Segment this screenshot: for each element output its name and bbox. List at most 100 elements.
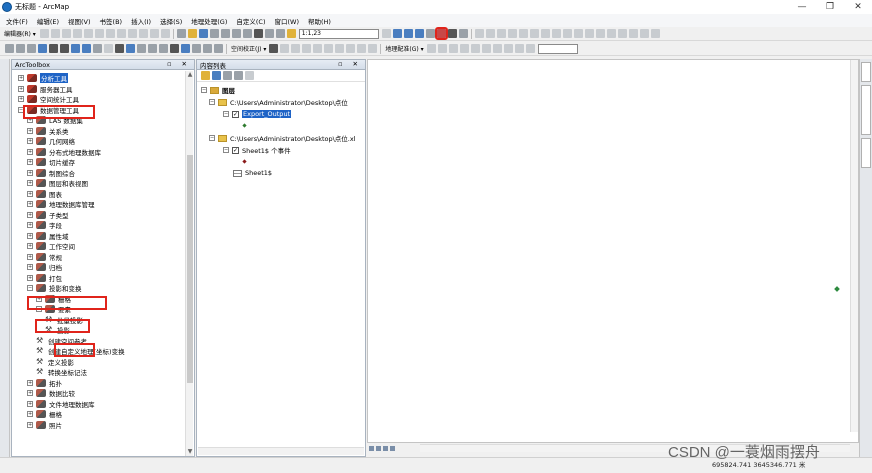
menu-insert[interactable]: 插入(I) — [131, 16, 151, 26]
list-by-source-icon[interactable] — [212, 71, 221, 80]
toc-table-sheet1[interactable]: Sheet1$ — [233, 168, 272, 178]
edge-icon[interactable] — [551, 29, 561, 38]
collapse-icon[interactable]: − — [27, 285, 33, 291]
expand-icon[interactable]: + — [27, 148, 33, 155]
toolbox-tree-item[interactable]: + 拓扑 — [27, 378, 62, 388]
attributes-icon[interactable] — [105, 29, 115, 38]
sketch-tool-icon[interactable] — [50, 29, 60, 38]
link-table-view-icon[interactable] — [525, 44, 535, 53]
add-data-icon[interactable] — [286, 29, 296, 38]
delete-icon[interactable] — [253, 29, 263, 38]
vertex-icon[interactable] — [540, 29, 550, 38]
expand-icon[interactable]: + — [27, 411, 33, 417]
toolbox-tree-item[interactable]: + 常规 — [27, 252, 62, 262]
shift-raster-icon[interactable] — [448, 44, 458, 53]
edit-tool-icon[interactable] — [39, 29, 49, 38]
save-icon[interactable] — [198, 29, 208, 38]
expand-icon[interactable]: + — [27, 222, 33, 228]
menu-windows[interactable]: 窗口(W) — [275, 16, 300, 26]
arc-tool-icon[interactable] — [72, 29, 82, 38]
scale-dropdown-icon[interactable] — [381, 29, 391, 38]
toolbox-tree-item[interactable]: + 图层和表视图 — [27, 178, 88, 188]
editor-menu[interactable]: 编辑器(R) ▾ — [4, 29, 36, 38]
close-button[interactable]: ✕ — [844, 0, 872, 14]
identity-link-icon[interactable] — [313, 44, 323, 53]
toolbox-tree-item[interactable]: + 分析工具 — [18, 73, 68, 83]
expand-icon[interactable]: + — [27, 400, 33, 407]
expand-icon[interactable]: + — [27, 190, 33, 197]
open-folder-icon[interactable] — [187, 29, 197, 38]
model-builder-icon[interactable] — [458, 29, 468, 38]
go-forward-icon[interactable] — [82, 44, 91, 53]
fixed-zoom-in-icon[interactable] — [49, 44, 58, 53]
collapse-icon[interactable]: − — [209, 99, 215, 105]
viewer-icon[interactable] — [514, 44, 524, 53]
reshape-icon[interactable] — [138, 29, 148, 38]
expand-icon[interactable]: + — [27, 379, 33, 386]
toc-folder-1[interactable]: − C:\Users\Administrator\Desktop\点位 — [209, 97, 348, 107]
menu-selection[interactable]: 选择(S) — [160, 16, 182, 26]
list-by-visibility-icon[interactable] — [223, 71, 232, 80]
time-slider-icon[interactable] — [203, 44, 212, 53]
table-of-contents-icon[interactable] — [403, 29, 413, 38]
print-icon[interactable] — [209, 29, 219, 38]
panel-controls[interactable]: ▫ ✕ — [338, 60, 362, 68]
toolbox-tree-item[interactable]: + 数据比较 — [27, 388, 75, 398]
toolbox-tree-item[interactable]: ⚒ 转换坐标记法 — [36, 367, 87, 378]
select-elements-icon[interactable] — [115, 44, 124, 53]
tangent-icon[interactable] — [562, 29, 572, 38]
distance-icon[interactable] — [595, 29, 605, 38]
layer-symbol[interactable] — [242, 156, 247, 166]
end-point-icon[interactable] — [529, 29, 539, 38]
hyperlink-icon[interactable] — [137, 44, 146, 53]
refresh-icon[interactable] — [383, 445, 388, 451]
direction-icon[interactable] — [606, 29, 616, 38]
expand-icon[interactable]: + — [27, 421, 33, 428]
rotate-tool-icon[interactable] — [94, 29, 104, 38]
menu-geoprocessing[interactable]: 地理处理(G) — [191, 16, 227, 26]
scroll-up-icon[interactable]: ▲ — [186, 71, 194, 79]
measure-icon[interactable] — [617, 29, 627, 38]
expand-icon[interactable]: + — [27, 138, 33, 144]
toolbox-tree-item[interactable]: + 关系类 — [27, 126, 69, 136]
toolbox-tree-item[interactable]: + 属性域 — [27, 231, 69, 241]
expand-icon[interactable]: + — [27, 159, 33, 165]
topology-icon[interactable] — [160, 29, 170, 38]
toolbox-tree-item[interactable]: + 归档 — [27, 262, 62, 272]
multiple-link-icon[interactable] — [302, 44, 312, 53]
html-popup-icon[interactable] — [148, 44, 157, 53]
rotate-raster-icon[interactable] — [437, 44, 447, 53]
toolbox-tree-item[interactable]: + 切片缓存 — [27, 157, 75, 167]
limited-adjust-icon[interactable] — [324, 44, 334, 53]
snap-icon[interactable] — [474, 29, 484, 38]
delete-link-icon[interactable] — [503, 44, 513, 53]
panel-controls[interactable]: ▫ ✕ — [167, 60, 191, 68]
expand-icon[interactable]: + — [18, 96, 24, 102]
edge-match-icon[interactable] — [357, 44, 367, 53]
pan-icon[interactable] — [27, 44, 36, 53]
layer-visibility-checkbox[interactable]: ✓ — [232, 110, 239, 118]
zoom-out-icon[interactable] — [16, 44, 25, 53]
select-by-graphics-icon[interactable] — [93, 44, 102, 53]
add-control-points-icon[interactable] — [470, 44, 480, 53]
expand-icon[interactable]: + — [27, 180, 33, 186]
menu-file[interactable]: 文件(F) — [6, 16, 28, 26]
spatial-adjustment-menu[interactable]: 空间校正(J) ▾ — [231, 44, 266, 53]
scroll-down-icon[interactable]: ▼ — [186, 448, 194, 456]
expand-icon[interactable]: + — [27, 253, 33, 260]
collapse-icon[interactable]: − — [223, 147, 229, 153]
toolbox-tree-item[interactable]: + 分布式地理数据库 — [27, 147, 101, 157]
trace-icon[interactable] — [485, 29, 495, 38]
fixed-zoom-out-icon[interactable] — [60, 44, 69, 53]
options-icon[interactable] — [245, 71, 254, 80]
redo-icon[interactable] — [275, 29, 285, 38]
toolbox-tree-item[interactable]: + 打包 — [27, 273, 62, 283]
collapse-icon[interactable]: − — [201, 87, 207, 93]
midpoint-icon[interactable] — [518, 29, 528, 38]
go-to-xy-icon[interactable] — [192, 44, 201, 53]
toolbox-tree-item[interactable]: ⚒ 定义投影 — [36, 357, 74, 367]
data-view-icon[interactable] — [369, 445, 374, 451]
toc-folder-2[interactable]: − C:\Users\Administrator\Desktop\点位.xl — [209, 133, 356, 143]
view-links-icon[interactable] — [346, 44, 356, 53]
toolbox-tree-item[interactable]: + 几何网络 — [27, 136, 75, 146]
